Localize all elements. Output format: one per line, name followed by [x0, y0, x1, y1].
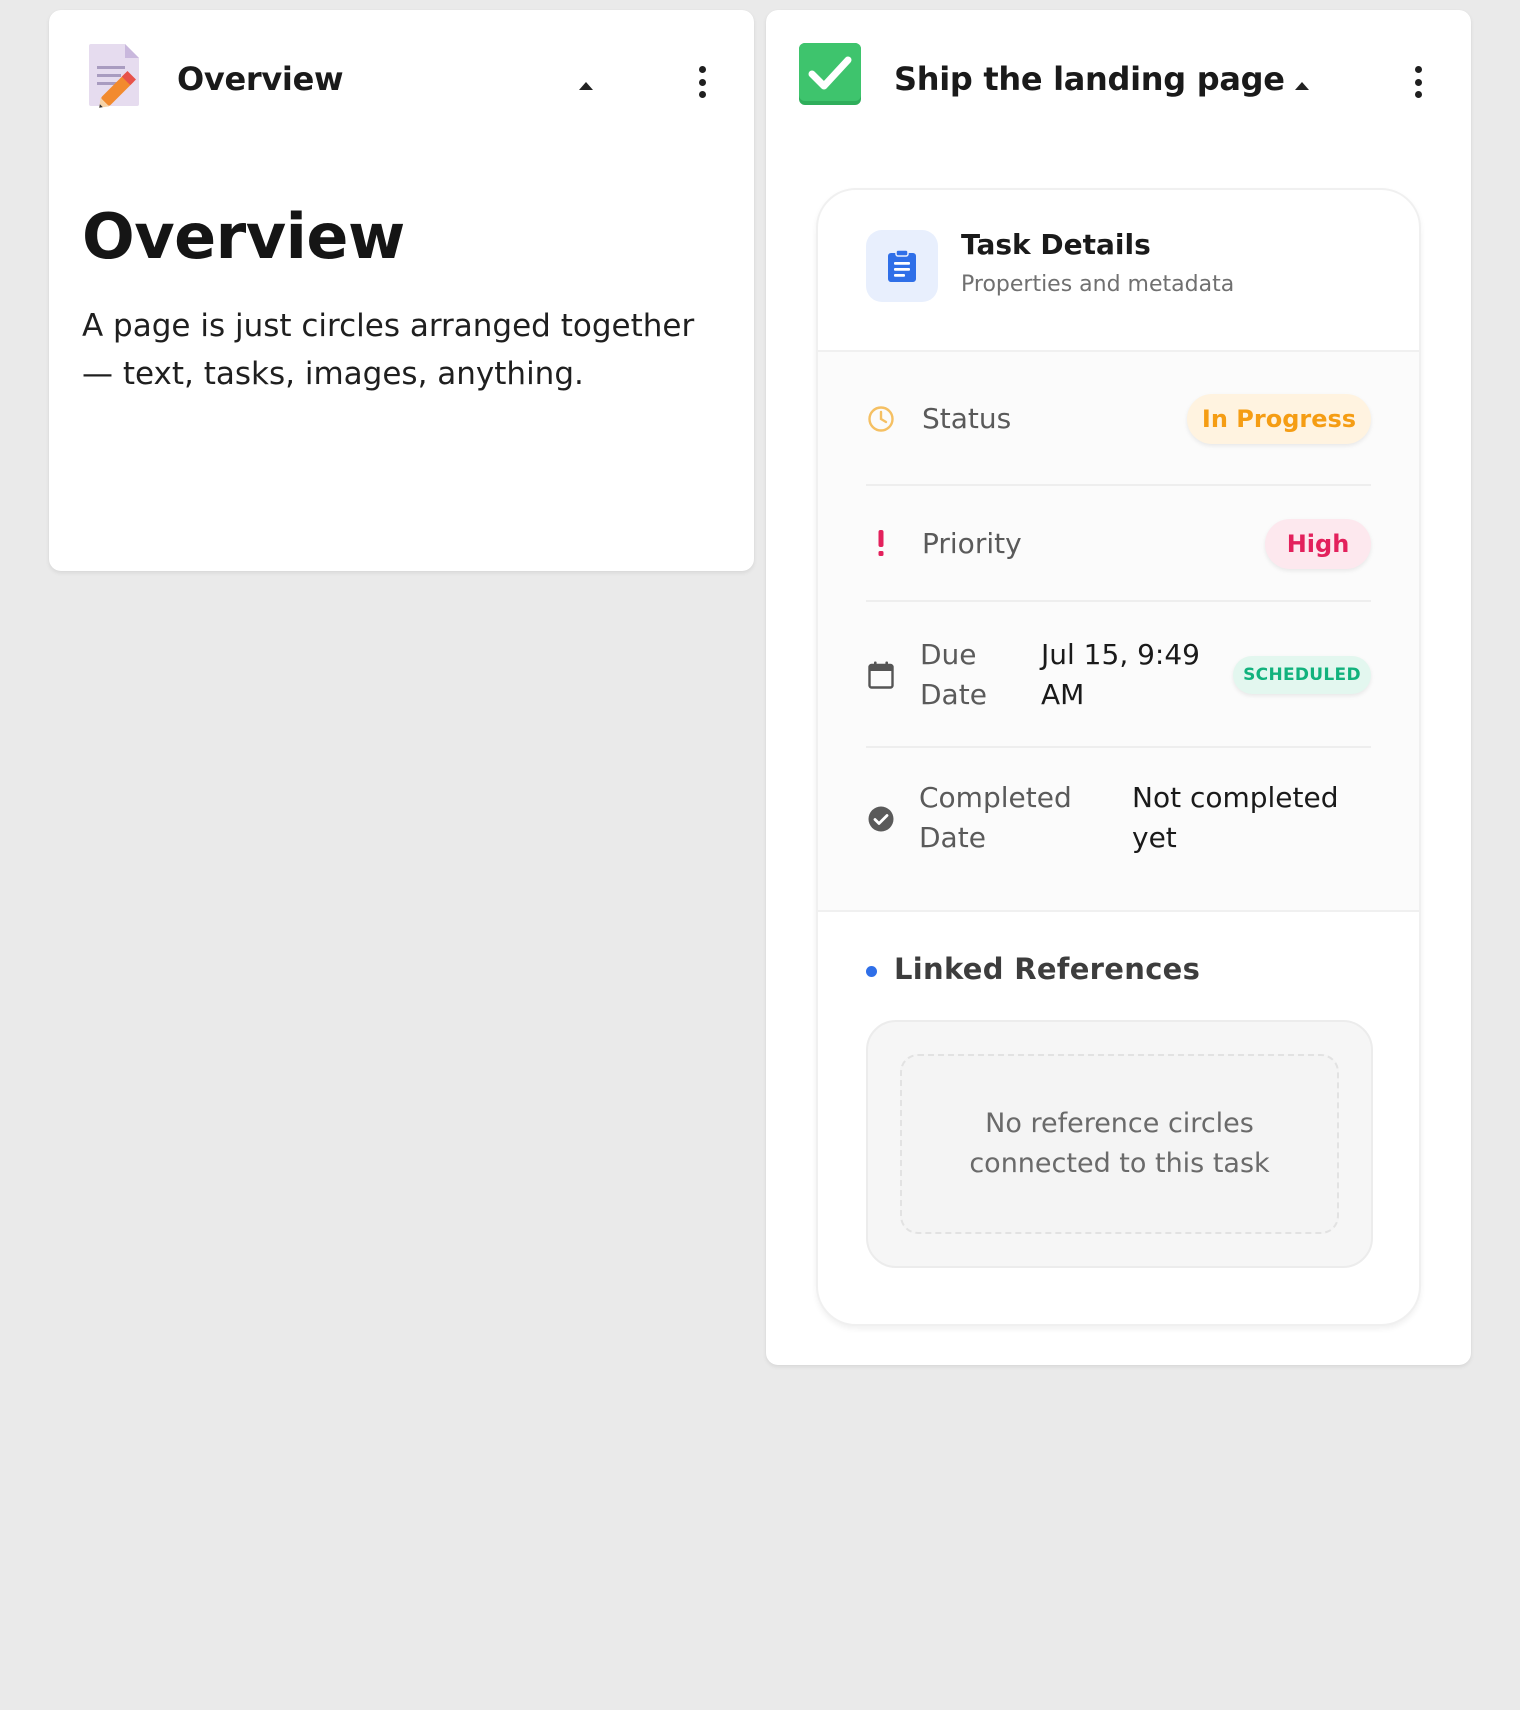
completed-date-label: Completed Date [919, 781, 1072, 854]
overview-card: Overview Overview A page is just circles… [49, 10, 754, 571]
references-empty-state: No reference circles connected to this t… [900, 1054, 1339, 1234]
page-body-text[interactable]: A page is just circles arranged together… [82, 302, 732, 398]
linked-references-heading: Linked References [894, 952, 1201, 986]
collapse-caret-icon[interactable] [579, 82, 593, 90]
calendar-icon [866, 660, 896, 690]
clipboard-icon [866, 230, 938, 302]
task-card: Ship the landing page Task Details Prope… [766, 10, 1471, 1365]
completed-date-row[interactable]: Completed Date Not completed yet [866, 748, 1371, 898]
due-date-row[interactable]: Due Date Jul 15, 9:49 AM SCHEDULED [866, 602, 1371, 748]
priority-badge[interactable]: High [1265, 519, 1371, 569]
card-header: Overview [49, 10, 754, 140]
clock-icon [866, 404, 896, 434]
status-label: Status [922, 402, 1012, 435]
status-badge[interactable]: In Progress [1187, 394, 1371, 444]
properties-list: Status In Progress Priority High Due Dat… [818, 352, 1419, 912]
collapse-caret-icon[interactable] [1295, 82, 1309, 90]
details-subtitle: Properties and metadata [961, 272, 1235, 297]
references-container: No reference circles connected to this t… [866, 1020, 1373, 1268]
details-header: Task Details Properties and metadata [818, 190, 1419, 352]
more-options-icon[interactable] [1414, 66, 1422, 98]
document-pencil-icon [85, 42, 147, 108]
scheduled-badge: SCHEDULED [1233, 656, 1371, 694]
status-row[interactable]: Status In Progress [866, 352, 1371, 486]
page-heading: Overview [82, 200, 405, 273]
exclamation-icon [866, 528, 896, 558]
task-title[interactable]: Ship the landing page [894, 60, 1285, 98]
card-title: Overview [177, 60, 344, 98]
priority-label: Priority [922, 527, 1022, 560]
more-options-icon[interactable] [698, 66, 706, 98]
due-date-label: Due Date [920, 638, 987, 711]
details-title: Task Details [961, 228, 1151, 261]
due-date-value[interactable]: Jul 15, 9:49 AM [1041, 635, 1200, 715]
task-details-panel: Task Details Properties and metadata Sta… [816, 188, 1421, 1326]
priority-row[interactable]: Priority High [866, 486, 1371, 602]
check-circle-icon [866, 804, 896, 834]
checkbox-checked-icon[interactable] [798, 42, 862, 106]
card-header: Ship the landing page [766, 10, 1471, 140]
completed-date-value: Not completed yet [1132, 781, 1339, 854]
